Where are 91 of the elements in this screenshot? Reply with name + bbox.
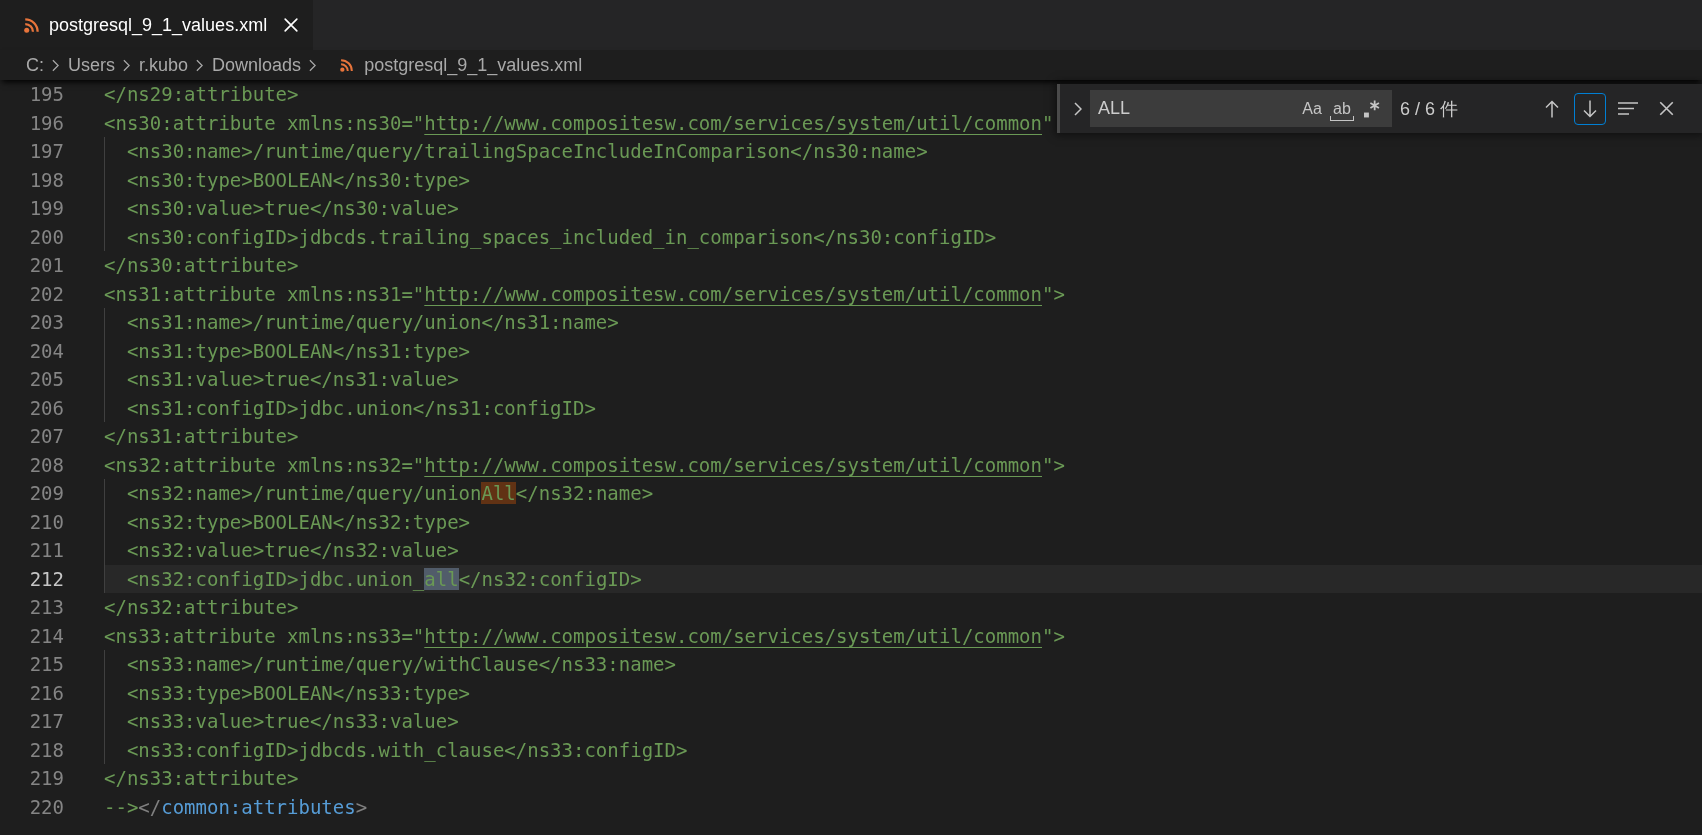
chevron-right-icon — [1074, 101, 1082, 116]
current-search-match: all — [424, 567, 459, 590]
code-punctuation: </ — [138, 795, 162, 818]
next-match-button[interactable] — [1574, 92, 1606, 125]
breadcrumb-item[interactable]: Downloads — [212, 54, 302, 76]
chevron-right-icon — [52, 58, 59, 72]
line-number: 196 — [28, 110, 64, 136]
line-number: 204 — [28, 338, 64, 364]
code-link[interactable]: http://www.compositesw.com/services/system/util/common — [424, 111, 1042, 134]
close-icon — [284, 18, 299, 32]
code-text: <ns31:type>BOOLEAN</ns31:type> — [126, 339, 471, 362]
search-match: All — [481, 482, 516, 504]
code-text: <ns31:name>/runtime/query/union</ns31:name> — [126, 311, 619, 333]
line-number: 212 — [28, 566, 64, 592]
code-text: </ns30:attribute> — [104, 254, 299, 276]
find-input[interactable]: ALL Aa ab — [1090, 90, 1392, 127]
code-text: "> — [1042, 453, 1065, 476]
line-number: 201 — [28, 253, 64, 278]
code-text: " — [1042, 111, 1054, 134]
code-text: <ns30:type>BOOLEAN</ns30:type> — [126, 168, 471, 191]
code-text: <ns32:type>BOOLEAN</ns32:type> — [126, 510, 471, 533]
chevron-right-icon — [123, 58, 130, 72]
editor-tab[interactable]: postgresql_9_1_values.xml — [0, 0, 314, 50]
code-text: --> — [104, 795, 139, 818]
code-text: <ns30:value>true</ns30:value> — [126, 197, 459, 219]
code-text: <ns31:configID>jdbc.union</ns31:configID> — [126, 396, 596, 419]
code-text: <ns32:value>true</ns32:value> — [126, 539, 459, 561]
line-number: 199 — [28, 196, 64, 221]
code-text: <ns32:name>/runtime/query/union — [126, 482, 482, 504]
code-text: </ns29:attribute> — [104, 83, 299, 105]
code-text: <ns33:configID>jdbcds.with_clause</ns33:configID> — [126, 738, 688, 761]
code-text: </ns33:attribute> — [104, 767, 299, 789]
line-number: 211 — [28, 538, 64, 563]
line-number: 220 — [28, 794, 64, 820]
code-link[interactable]: http://www.compositesw.com/services/system/util/common — [424, 453, 1042, 476]
code-text: <ns32:attribute xmlns:ns32=" — [104, 453, 425, 476]
arrow-up-icon — [1545, 99, 1559, 118]
close-icon — [1658, 101, 1674, 116]
code-punctuation: > — [355, 795, 368, 818]
lines-icon — [1618, 102, 1638, 115]
code-text: "> — [1042, 624, 1065, 647]
code-text: <ns30:configID>jdbcds.trailing_spaces_included_in_comparison</ns30:configID> — [126, 225, 997, 248]
arrow-down-icon — [1583, 99, 1597, 118]
line-number: 200 — [28, 224, 64, 250]
line-number: 218 — [28, 737, 64, 763]
code-text: <ns33:name>/runtime/query/withClause</ns33:name> — [126, 653, 676, 675]
line-number: 217 — [28, 709, 64, 734]
breadcrumb-item[interactable]: r.kubo — [139, 54, 189, 76]
breadcrumb-item[interactable]: postgresql_9_1_values.xml — [364, 54, 583, 76]
code-link[interactable]: http://www.compositesw.com/services/system/util/common — [424, 624, 1042, 647]
match-count: 6 / 6 件 — [1400, 97, 1459, 121]
code-text: </ns32:name> — [515, 482, 654, 504]
chevron-right-icon — [309, 58, 317, 72]
code-text: "> — [1042, 282, 1065, 305]
rss-icon — [24, 17, 39, 33]
code-text: </ns31:attribute> — [104, 425, 299, 447]
code-text: <ns33:attribute xmlns:ns33=" — [104, 624, 425, 647]
line-number: 210 — [28, 509, 64, 535]
code-text: <ns30:attribute xmlns:ns30=" — [104, 111, 425, 134]
line-number: 216 — [28, 680, 64, 706]
line-number: 197 — [28, 139, 64, 164]
line-number: 213 — [28, 595, 64, 620]
line-number: 215 — [28, 652, 64, 677]
code-text: </ns32:attribute> — [104, 596, 299, 618]
line-number: 208 — [28, 452, 64, 478]
breadcrumb-item[interactable]: C: — [26, 54, 44, 76]
chevron-right-icon — [196, 58, 204, 72]
line-number: 219 — [28, 766, 64, 791]
code-link[interactable]: http://www.compositesw.com/services/system/util/common — [424, 282, 1042, 305]
line-number: 207 — [28, 424, 64, 449]
match-case-toggle[interactable]: Aa — [1298, 94, 1326, 123]
whole-word-toggle[interactable]: ab — [1328, 94, 1356, 123]
code-text: <ns31:attribute xmlns:ns31=" — [104, 282, 425, 305]
code-text: <ns31:value>true</ns31:value> — [126, 368, 459, 390]
rss-icon — [340, 58, 354, 72]
line-number: 205 — [28, 367, 64, 392]
line-number: 214 — [28, 623, 64, 649]
code-text: <ns33:type>BOOLEAN</ns33:type> — [126, 681, 471, 704]
code-text: <ns30:name>/runtime/query/trailingSpaceIncludeInComparison</ns30:name> — [126, 140, 928, 162]
code-text: </ns32:configID> — [458, 567, 642, 590]
line-number: 202 — [28, 281, 64, 307]
code-text: <ns33:value>true</ns33:value> — [126, 710, 459, 732]
line-number: 206 — [28, 395, 64, 421]
regex-icon — [1364, 99, 1380, 118]
line-number: 209 — [28, 481, 64, 506]
line-number: 203 — [28, 310, 64, 335]
line-number: 195 — [28, 82, 64, 107]
code-text: <ns32:configID>jdbc.union_ — [126, 567, 425, 590]
breadcrumb-item[interactable]: Users — [68, 54, 115, 76]
line-number: 198 — [28, 167, 64, 193]
tag-name: common:attributes — [161, 795, 356, 818]
